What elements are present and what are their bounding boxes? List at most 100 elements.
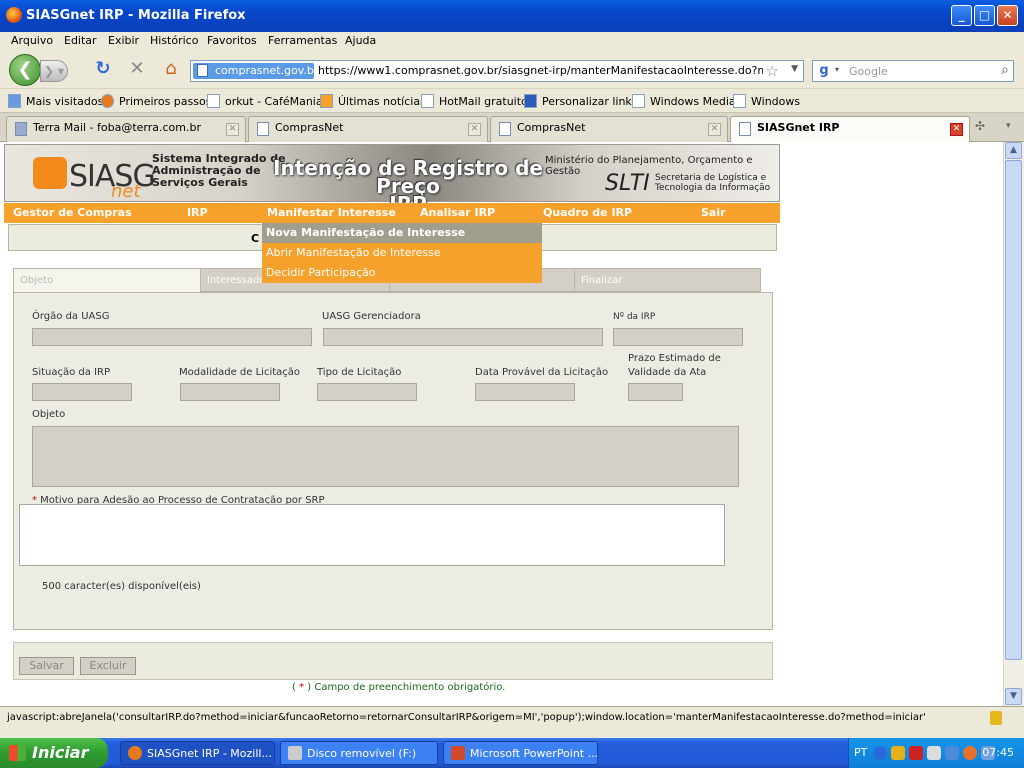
network-icon[interactable] [927, 746, 941, 760]
rss-icon [320, 94, 333, 108]
page-icon [421, 94, 434, 108]
field-modalidade-licitacao [180, 383, 280, 401]
field-num-irp [613, 328, 743, 346]
magnifier-icon[interactable]: ⌕ [1001, 62, 1009, 78]
task-firefox[interactable]: SIASGnet IRP - Mozill... [120, 741, 275, 765]
dropdown-abrir-manifestacao[interactable]: Abrir Manifestação de Interesse [262, 243, 542, 263]
clock[interactable]: 07:45 [982, 746, 1014, 759]
scroll-up-arrow-icon[interactable]: ▲ [1005, 142, 1022, 159]
start-button[interactable]: Iniciar [0, 738, 108, 768]
slti-name-line: Tecnologia da Informação [655, 183, 771, 193]
menu-manifestar-interesse[interactable]: Manifestar Interesse [267, 206, 396, 219]
bookmark-ultimas-noticias[interactable]: Últimas notícias [320, 94, 426, 108]
new-tab-icon[interactable]: ✣ [975, 119, 985, 133]
menu-ferramentas[interactable]: Ferramentas [268, 34, 337, 47]
status-bar-bottom [0, 730, 1024, 738]
window-title-bar[interactable]: SIASGnet IRP - Mozilla Firefox _ □ ✕ [0, 0, 1024, 32]
scroll-thumb[interactable] [1005, 160, 1022, 660]
minimize-button[interactable]: _ [951, 5, 972, 26]
bookmark-primeiros-passos[interactable]: Primeiros passos [101, 94, 211, 108]
tray-expand-icon[interactable] [873, 746, 887, 760]
menu-historico[interactable]: Histórico [150, 34, 198, 47]
label-prazo-estimado-2: Validade da Ata [628, 367, 707, 378]
bookmark-icon [8, 94, 21, 108]
bookmark-hotmail[interactable]: HotMail gratuito [421, 94, 528, 108]
home-icon[interactable]: ⌂ [158, 56, 184, 82]
stop-icon[interactable]: ✕ [124, 56, 150, 82]
bookmark-windows-media[interactable]: Windows Media [632, 94, 736, 108]
close-button[interactable]: ✕ [997, 5, 1018, 26]
page-icon [733, 94, 746, 108]
close-tab-icon[interactable]: ✕ [468, 123, 481, 136]
menu-arquivo[interactable]: Arquivo [11, 34, 53, 47]
vertical-scrollbar[interactable]: ▲ ▼ [1003, 142, 1024, 706]
tab-list-icon[interactable]: ▾ [1006, 121, 1011, 131]
search-box[interactable]: g ▾ Google ⌕ [812, 60, 1014, 82]
tab-siasgnet-irp[interactable]: SIASGnet IRP ✕ [730, 116, 970, 143]
menu-irp[interactable]: IRP [187, 206, 208, 219]
motivo-textarea[interactable] [19, 504, 725, 566]
address-bar[interactable]: comprasnet.gov.br https://www1.comprasne… [190, 60, 804, 82]
scroll-down-arrow-icon[interactable]: ▼ [1005, 688, 1022, 705]
star-icon[interactable]: ☆ [766, 62, 779, 80]
banner-title-line1: Intenção de Registro de Preço [273, 156, 543, 198]
menu-gestor-de-compras[interactable]: Gestor de Compras [13, 206, 132, 219]
task-powerpoint[interactable]: Microsoft PowerPoint ... [443, 741, 598, 765]
search-engine-dropdown-icon[interactable]: ▾ [835, 65, 839, 74]
excluir-button[interactable]: Excluir [80, 657, 136, 675]
page-content: SIASG net Sistema Integrado de Administr… [0, 142, 1003, 706]
menu-quadro-de-irp[interactable]: Quadro de IRP [543, 206, 632, 219]
bookmark-mais-visitados[interactable]: Mais visitados [8, 94, 103, 108]
menu-exibir[interactable]: Exibir [108, 34, 139, 47]
close-tab-icon[interactable]: ✕ [226, 123, 239, 136]
slti-name-line: Secretaria de Logística e [655, 173, 767, 183]
site-identity-badge[interactable]: comprasnet.gov.br [193, 63, 318, 79]
reload-icon[interactable]: ↻ [90, 56, 116, 82]
search-placeholder: Google [849, 65, 888, 78]
bookmark-label: Últimas notícias [338, 95, 426, 108]
menu-bar: Arquivo Editar Exibir Histórico Favorito… [0, 32, 1024, 51]
step-finalizar[interactable]: Finalizar [574, 268, 761, 292]
bookmark-orkut[interactable]: orkut - CaféMania [207, 94, 323, 108]
page-header-text: C [251, 232, 260, 245]
dropdown-nova-manifestacao[interactable]: Nova Manifestação de Interesse [262, 223, 542, 243]
close-tab-icon[interactable]: ✕ [950, 123, 963, 136]
tab-terra-mail[interactable]: Terra Mail - foba@terra.com.br ✕ [6, 116, 246, 142]
form-panel: Órgão da UASG UASG Gerenciadora Nº da IR… [13, 292, 773, 630]
menu-analisar-irp[interactable]: Analisar IRP [420, 206, 495, 219]
acrobat-icon[interactable] [909, 746, 923, 760]
step-objeto[interactable]: Objeto [13, 268, 201, 294]
update-icon[interactable] [963, 746, 977, 760]
salvar-button[interactable]: Salvar [19, 657, 74, 675]
field-situacao-irp [32, 383, 132, 401]
siasgnet-logo: SIASG net [27, 153, 156, 202]
page-icon [499, 122, 511, 136]
monitor-icon[interactable] [945, 746, 959, 760]
maximize-button[interactable]: □ [974, 5, 995, 26]
menu-sair[interactable]: Sair [701, 206, 726, 219]
dropdown-decidir-participacao[interactable]: Decidir Participação [262, 263, 542, 283]
shield-icon[interactable] [891, 746, 905, 760]
tab-label: SIASGnet IRP [757, 121, 840, 134]
url-dropdown-icon[interactable]: ▼ [791, 64, 798, 74]
logo-net-text: net [111, 181, 141, 202]
lock-icon[interactable] [990, 711, 1002, 725]
menu-favoritos[interactable]: Favoritos [207, 34, 257, 47]
label-data-provavel: Data Provável da Licitação [475, 367, 609, 378]
tab-comprasnet-1[interactable]: ComprasNet ✕ [248, 116, 488, 142]
menu-ajuda[interactable]: Ajuda [345, 34, 376, 47]
bookmark-windows[interactable]: Windows [733, 94, 800, 108]
bookmark-personalizar-links[interactable]: Personalizar links [524, 94, 638, 108]
back-button[interactable]: ❮ [9, 54, 41, 86]
window-title: SIASGnet IRP - Mozilla Firefox [26, 8, 246, 23]
page-icon [632, 94, 645, 108]
forward-button[interactable]: ❯ ▾ [40, 60, 68, 82]
status-text: javascript:abreJanela('consultarIRP.do?m… [7, 712, 926, 723]
button-panel: Salvar Excluir [13, 642, 773, 680]
tab-comprasnet-2[interactable]: ComprasNet ✕ [490, 116, 728, 142]
menu-editar[interactable]: Editar [64, 34, 97, 47]
task-disco-removivel[interactable]: Disco removível (F:) [280, 741, 438, 765]
language-indicator[interactable]: PT [854, 746, 867, 759]
close-tab-icon[interactable]: ✕ [708, 123, 721, 136]
google-icon[interactable]: g [816, 63, 832, 79]
